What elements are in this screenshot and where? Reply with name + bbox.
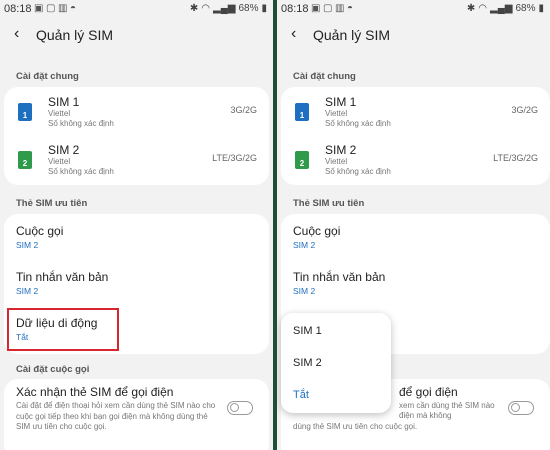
pref-label: Cuộc gọi [16,224,64,238]
confirm-sim-desc-partial-2: điện mà không [399,411,452,420]
sim-number: Số không xác định [325,167,391,176]
bluetooth-icon: ✱ [466,3,476,14]
pref-value: SIM 2 [16,240,39,250]
section-call-settings-heading: Cài đặt cuộc gọi [16,364,90,375]
sim-name: SIM 2 [48,143,80,157]
pref-label: Tin nhắn văn bản [16,270,109,284]
sim-network: LTE/3G/2G [493,153,538,163]
confirm-sim-desc-partial-1: xem cần dùng thẻ SIM nào [399,401,495,410]
pref-label: Cuộc gọi [293,224,341,238]
pref-label: Tin nhắn văn bản [293,270,386,284]
signal-icon: ▂▄▆ [213,3,236,14]
battery-icon: ▮ [261,3,267,14]
image-icon: ▣ [34,3,44,14]
sim1-icon: 1 [295,103,309,121]
sim-item-1[interactable]: 1 SIM 1 Viettel Số không xác định 3G/2G [281,91,550,135]
photo-icon: ▥ [58,3,68,14]
sim-carrier: Viettel [325,109,348,118]
confirm-sim-title: Xác nhận thẻ SIM để gọi điện [16,385,174,399]
confirm-sim-title-partial: để gọi điện [399,385,458,399]
pref-value: SIM 2 [293,286,316,296]
pref-calls[interactable]: Cuộc gọi SIM 2 [281,218,550,262]
pref-value: SIM 2 [293,240,316,250]
section-general-heading: Cài đặt chung [16,71,79,82]
confirm-sim-toggle[interactable] [227,401,253,415]
pref-messages[interactable]: Tin nhắn văn bản SIM 2 [281,264,550,308]
image-icon: ▣ [311,3,321,14]
app-bar: ‹ Quản lý SIM [0,24,273,48]
pref-calls[interactable]: Cuộc gọi SIM 2 [4,218,269,262]
toggle-knob [230,403,239,412]
sim-item-2[interactable]: 2 SIM 2 Viettel Số không xác định LTE/3G… [4,139,269,183]
status-bar: 08:18 ▣ ▢ ▥ ◓ ✱ ◠ ▂▄▆ 68% ▮ [277,0,550,20]
battery-percent: 68% [238,3,259,14]
sim-network: LTE/3G/2G [212,153,257,163]
sim-name: SIM 2 [325,143,357,157]
section-preferred-heading: Thẻ SIM ưu tiên [16,198,88,209]
status-right: ✱ ◠ ▂▄▆ 68% ▮ [190,3,267,14]
sim-network: 3G/2G [230,105,257,115]
pref-value: SIM 2 [16,286,39,296]
wifi-icon: ◠ [478,3,487,14]
page-title: Quản lý SIM [36,27,114,43]
sim-card-list: 1 SIM 1 Viettel Số không xác định 3G/2G … [4,87,269,185]
confirm-sim-desc-line3: dùng thẻ SIM ưu tiên cho cuộc gọi. [293,422,418,431]
sim-number: Số không xác định [48,167,114,176]
sim-name: SIM 1 [48,95,80,109]
left-screen: 08:18 ▣ ▢ ▥ ◓ ✱ ◠ ▂▄▆ 68% ▮ ‹ Quản lý SI… [0,0,273,450]
app-bar: ‹ Quản lý SIM [277,24,550,48]
sim-carrier: Viettel [325,157,348,166]
photo-icon: ▥ [335,3,345,14]
avatar-icon: ◓ [70,3,77,14]
battery-icon: ▮ [538,3,544,14]
status-right: ✱ ◠ ▂▄▆ 68% ▮ [467,3,544,14]
avatar-icon: ◓ [347,3,354,14]
status-time: 08:18 [4,3,32,15]
sim1-icon: 1 [18,103,32,121]
status-bar: 08:18 ▣ ▢ ▥ ◓ ✱ ◠ ▂▄▆ 68% ▮ [0,0,273,20]
signal-icon: ▂▄▆ [490,3,513,14]
toggle-knob [511,403,520,412]
sim-card-list: 1 SIM 1 Viettel Số không xác định 3G/2G … [281,87,550,185]
right-screen: 08:18 ▣ ▢ ▥ ◓ ✱ ◠ ▂▄▆ 68% ▮ ‹ Quản lý SI… [277,0,550,450]
sim-item-1[interactable]: 1 SIM 1 Viettel Số không xác định 3G/2G [4,91,269,135]
bluetooth-icon: ✱ [189,3,199,14]
sim-name: SIM 1 [325,95,357,109]
popup-option-off[interactable]: Tắt [293,389,309,401]
popup-option-sim2[interactable]: SIM 2 [293,357,322,369]
sim-carrier: Viettel [48,157,71,166]
back-arrow-icon[interactable]: ‹ [14,25,19,43]
back-arrow-icon[interactable]: ‹ [291,25,296,43]
mobile-data-popup-menu: SIM 1 SIM 2 Tắt [281,313,391,413]
battery-percent: 68% [515,3,536,14]
call-settings-card: Xác nhận thẻ SIM để gọi điện Cài đặt để … [4,379,269,450]
confirm-sim-description: Cài đặt để điện thoại hỏi xem cần dùng t… [16,401,216,431]
sim-carrier: Viettel [48,109,71,118]
sim-number: Số không xác định [325,119,391,128]
popup-option-sim1[interactable]: SIM 1 [293,325,322,337]
sim-number: Số không xác định [48,119,114,128]
pref-messages[interactable]: Tin nhắn văn bản SIM 2 [4,264,269,308]
sim-item-2[interactable]: 2 SIM 2 Viettel Số không xác định LTE/3G… [281,139,550,183]
page-title: Quản lý SIM [313,27,391,43]
notification-icon: ▢ [46,3,56,14]
highlight-box [7,308,119,351]
wifi-icon: ◠ [201,3,210,14]
section-general-heading: Cài đặt chung [293,71,356,82]
sim2-icon: 2 [295,151,309,169]
sim-network: 3G/2G [511,105,538,115]
sim2-icon: 2 [18,151,32,169]
status-time: 08:18 [281,3,309,15]
section-preferred-heading: Thẻ SIM ưu tiên [293,198,365,209]
notification-icon: ▢ [323,3,333,14]
confirm-sim-toggle[interactable] [508,401,534,415]
